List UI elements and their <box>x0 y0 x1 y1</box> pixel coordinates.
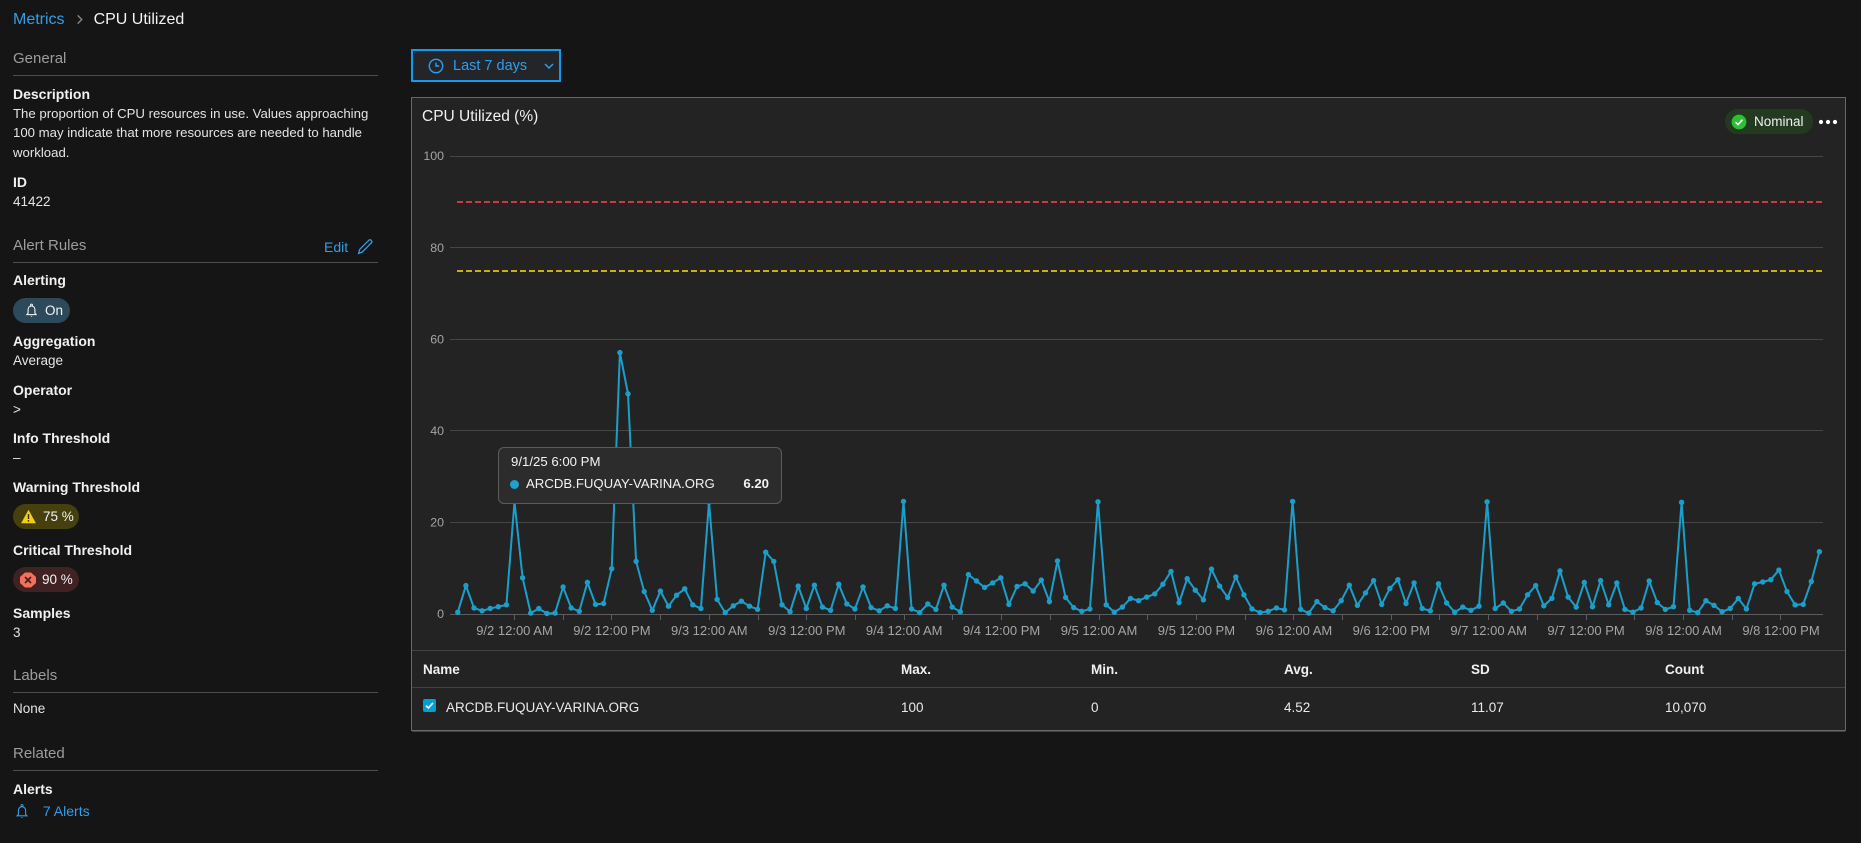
svg-text:9/4 12:00 AM: 9/4 12:00 AM <box>866 623 943 638</box>
svg-text:40: 40 <box>430 424 444 438</box>
svg-text:9/3 12:00 PM: 9/3 12:00 PM <box>768 623 845 638</box>
svg-text:0: 0 <box>437 607 444 621</box>
svg-text:60: 60 <box>430 332 444 346</box>
svg-text:80: 80 <box>430 241 444 255</box>
svg-text:9/8 12:00 PM: 9/8 12:00 PM <box>1742 623 1819 638</box>
svg-text:9/3 12:00 AM: 9/3 12:00 AM <box>671 623 748 638</box>
svg-text:100: 100 <box>423 149 444 163</box>
svg-text:9/2 12:00 AM: 9/2 12:00 AM <box>476 623 553 638</box>
svg-text:9/5 12:00 PM: 9/5 12:00 PM <box>1158 623 1235 638</box>
svg-text:9/6 12:00 AM: 9/6 12:00 AM <box>1256 623 1333 638</box>
svg-text:20: 20 <box>430 515 444 529</box>
svg-text:9/2 12:00 PM: 9/2 12:00 PM <box>573 623 650 638</box>
svg-text:9/6 12:00 PM: 9/6 12:00 PM <box>1353 623 1430 638</box>
svg-text:9/4 12:00 PM: 9/4 12:00 PM <box>963 623 1040 638</box>
svg-text:9/7 12:00 AM: 9/7 12:00 AM <box>1450 623 1527 638</box>
svg-text:9/7 12:00 PM: 9/7 12:00 PM <box>1547 623 1624 638</box>
svg-text:9/8 12:00 AM: 9/8 12:00 AM <box>1645 623 1722 638</box>
svg-text:9/5 12:00 AM: 9/5 12:00 AM <box>1061 623 1138 638</box>
